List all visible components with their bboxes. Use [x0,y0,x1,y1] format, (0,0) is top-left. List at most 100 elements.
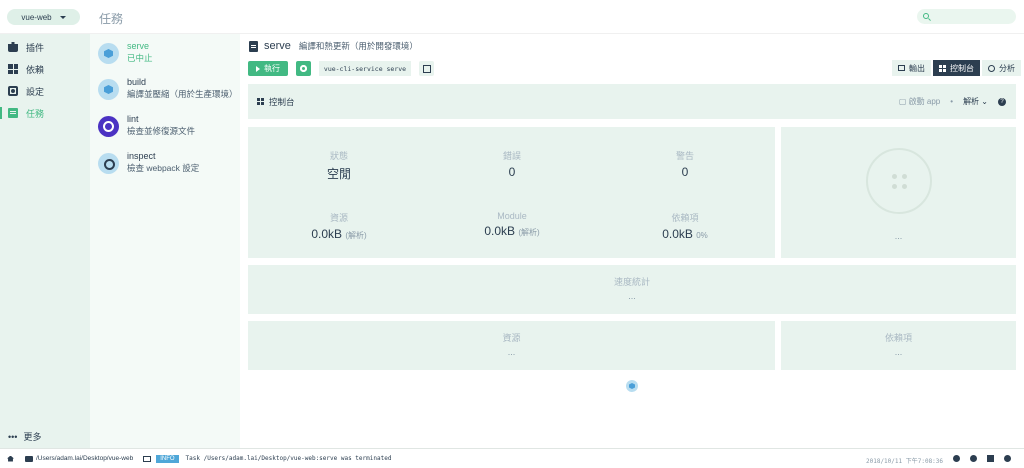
analyze-dropdown[interactable]: 解析 ⌄ [963,96,988,107]
home-icon[interactable] [7,455,14,462]
run-label: 執行 [264,64,280,73]
output-tab-label: 輸出 [909,63,925,73]
stat-modules: Module 0.0kB (解析) [484,211,540,238]
status-indicator [866,148,932,214]
task-name: inspect [127,151,156,161]
task-description: 編譯和熱更新（用於開發環境） [298,41,418,51]
project-name: vue-web [21,12,52,22]
task-desc: 已中止 [127,53,153,63]
tasks-icon [8,108,18,118]
nav-item-plugins[interactable]: 插件 [0,37,90,57]
start-app-button[interactable]: ▢ 啟動 app [899,96,940,107]
folder-icon [25,455,33,462]
clipboard-icon [249,40,258,52]
project-path[interactable]: /Users/adam.lai/Desktop/vue-web [36,455,133,462]
task-list: serve 已中止 build 編譯並壓縮（用於生產環境） lint 檢查並修復… [90,34,240,448]
task-desc: 檢查 webpack 設定 [127,163,200,173]
refresh-icon[interactable] [1004,455,1011,462]
view-switcher: 輸出 控制台 分析 [892,60,1021,76]
nav-item-label: 設定 [26,86,45,97]
analyze-tab-label: 分析 [999,63,1015,73]
assets-value: ... [507,347,516,357]
status-panel: ... [781,127,1016,258]
nav-item-label: 依賴 [26,64,45,75]
task-name: lint [127,114,139,124]
separator-dot: • [950,97,954,106]
nav-item-settings[interactable]: 設定 [0,81,90,101]
run-button[interactable]: 執行 [248,61,288,76]
top-bar: vue-web 任務 [0,0,1024,34]
task-settings-button[interactable] [296,61,311,76]
nav-more-button[interactable]: ••• 更多 [8,430,41,443]
dashboard-header: 控制台 ▢ 啟動 app • 解析 ⌄ ? [248,84,1016,119]
status-ellipsis: ... [894,231,903,241]
cube-icon [98,79,119,100]
left-nav: 插件 依賴 設定 任務 ••• 更多 [0,34,90,448]
dashboard-icon [257,98,264,105]
stat-dependencies: 依賴項 0.0kB 0% [662,213,708,241]
search-input[interactable] [917,9,1016,24]
log-message[interactable]: Task /Users/adam.lai/Desktop/vue-web:ser… [186,455,392,462]
search-icon [923,13,929,19]
project-selector[interactable]: vue-web [7,9,80,25]
stat-warnings: 警告 0 [675,151,694,179]
nav-item-tasks[interactable]: 任務 [0,103,90,123]
status-bar: /Users/adam.lai/Desktop/vue-web INFO Tas… [0,448,1024,468]
task-item-inspect[interactable]: inspect 檢查 webpack 設定 [98,151,240,187]
vue-cli-logo-icon [626,380,638,392]
log-timestamp: 2018/10/11 下午7:08:36 [866,458,944,465]
translate-icon[interactable] [987,455,994,462]
nav-item-dependencies[interactable]: 依賴 [0,59,90,79]
log-level-badge: INFO [156,454,179,463]
chevron-down-icon [59,15,66,19]
task-name: build [127,77,147,87]
refresh-icon [988,64,995,72]
task-header: serve 編譯和熱更新（用於開發環境） [249,40,418,52]
task-item-build[interactable]: build 編譯並壓縮（用於生產環境） [98,77,240,113]
eslint-icon [98,116,119,137]
task-detail: serve 編譯和熱更新（用於開發環境） 執行 vue-cli-service … [240,34,1024,448]
dashboard-tab[interactable]: 控制台 [933,60,980,76]
task-desc: 檢查並修復源文件 [127,126,196,136]
dependencies-icon [8,64,18,74]
terminal-icon [143,455,152,462]
nav-more-label: 更多 [23,432,42,442]
stat-errors: 錯誤 0 [502,151,521,179]
assets-panel: 資源 ... [248,321,775,370]
settings-icon [8,86,18,96]
dark-mode-icon[interactable] [953,455,960,462]
inspect-icon [98,153,119,174]
dashboard-tab-label: 控制台 [950,63,974,73]
assets-title: 資源 [502,333,521,343]
nav-item-label: 任務 [26,108,45,119]
puzzle-icon [8,42,18,52]
dependencies-panel: 依賴項 ... [781,321,1016,370]
nav-item-label: 插件 [26,42,45,53]
speed-stats-value: ... [628,291,636,301]
task-title: serve [264,40,291,52]
speed-stats-panel: 速度統計 ... [248,265,1016,314]
monitor-icon [898,65,905,71]
analyze-tab[interactable]: 分析 [982,60,1021,76]
more-icon: ••• [8,431,18,442]
task-desc: 編譯並壓縮（用於生產環境） [127,89,237,99]
speed-stats-title: 速度統計 [613,277,650,287]
cube-icon [98,43,119,64]
task-name: serve [127,41,150,51]
stat-assets: 資源 0.0kB (解析) [311,213,367,241]
play-icon [256,65,260,72]
task-item-lint[interactable]: lint 檢查並修復源文件 [98,114,240,150]
open-external-button[interactable] [419,61,434,76]
bug-icon[interactable] [970,455,977,462]
dashboard-title: 控制台 [269,96,295,107]
output-tab[interactable]: 輸出 [892,60,931,76]
dependencies-value: ... [894,347,903,357]
dependencies-title: 依賴項 [884,333,912,343]
task-item-serve[interactable]: serve 已中止 [98,41,240,77]
stat-status: 狀態 空閒 [326,151,351,181]
command-chip: vue-cli-service serve [319,61,411,76]
help-icon[interactable]: ? [998,97,1006,106]
idle-dots-icon [892,174,908,190]
stats-panel: 狀態 空閒 錯誤 0 警告 0 資源 0.0kB (解析) Module 0.0… [248,127,775,258]
dashboard-icon [939,64,946,72]
